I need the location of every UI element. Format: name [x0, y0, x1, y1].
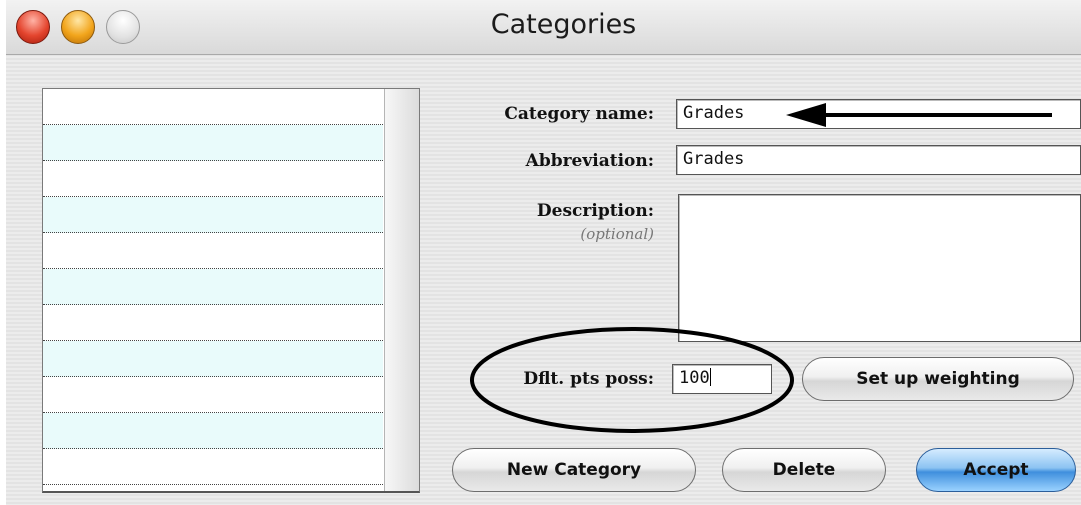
list-row[interactable]: [43, 233, 383, 269]
title-bar: Categories: [6, 0, 1081, 55]
list-scrollbar[interactable]: [384, 89, 419, 491]
list-row[interactable]: [43, 413, 383, 449]
category-name-label: Category name:: [504, 104, 654, 124]
list-row[interactable]: [43, 197, 383, 233]
list-row[interactable]: [43, 341, 383, 377]
window-title: Categories: [490, 9, 637, 40]
default-points-field[interactable]: 100: [672, 364, 772, 394]
description-label: Description:: [536, 201, 654, 221]
category-name-value: Grades: [683, 103, 745, 123]
list-row[interactable]: [43, 305, 383, 341]
default-points-value: 100: [679, 368, 710, 388]
description-optional-label: (optional): [580, 225, 654, 243]
new-category-button[interactable]: New Category: [452, 448, 696, 492]
list-row[interactable]: [43, 269, 383, 305]
abbreviation-value: Grades: [683, 149, 745, 169]
list-row[interactable]: [43, 377, 383, 413]
category-name-field[interactable]: Grades: [676, 99, 1081, 129]
set-up-weighting-button[interactable]: Set up weighting: [802, 357, 1074, 401]
abbreviation-field[interactable]: Grades: [676, 145, 1081, 175]
description-field[interactable]: [678, 194, 1081, 342]
category-list[interactable]: [42, 88, 420, 493]
abbreviation-label: Abbreviation:: [525, 151, 654, 171]
text-cursor: [709, 368, 711, 386]
list-row[interactable]: [43, 161, 383, 197]
default-points-label: Dflt. pts poss:: [523, 369, 654, 389]
delete-button[interactable]: Delete: [722, 448, 886, 492]
list-row[interactable]: [43, 449, 383, 485]
categories-window: Categories Category name: Grades Abbrevi…: [6, 0, 1081, 505]
list-row[interactable]: [43, 125, 383, 161]
accept-button[interactable]: Accept: [916, 448, 1076, 492]
list-row[interactable]: [43, 89, 383, 125]
category-list-rows: [43, 89, 383, 485]
